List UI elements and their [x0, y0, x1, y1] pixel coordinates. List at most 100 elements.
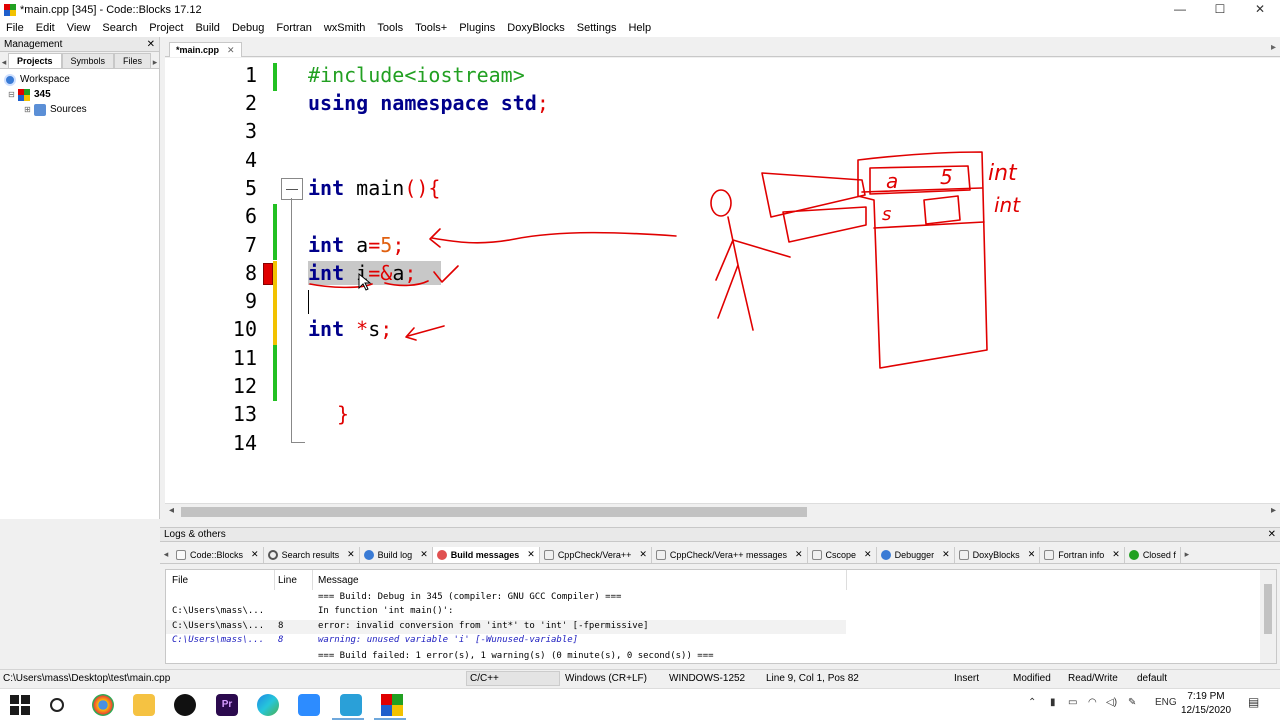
- tree-item-project[interactable]: ⊟ 345: [4, 87, 159, 102]
- battery-icon[interactable]: ▭: [1068, 697, 1077, 708]
- tab-close-icon[interactable]: ✕: [227, 45, 235, 56]
- tab-main-cpp[interactable]: *main.cpp ✕: [169, 42, 242, 57]
- menu-tools-plus[interactable]: Tools+: [409, 22, 453, 34]
- menu-debug[interactable]: Debug: [226, 22, 270, 34]
- menu-search[interactable]: Search: [96, 22, 143, 34]
- tab-scroll-left-icon[interactable]: ◂: [160, 549, 172, 560]
- menu-edit[interactable]: Edit: [30, 22, 61, 34]
- tab-projects[interactable]: Projects: [7, 53, 62, 68]
- tab-close-icon[interactable]: ✕: [420, 549, 428, 560]
- tab-closed-files[interactable]: Closed f: [1125, 546, 1181, 563]
- tab-search-results[interactable]: Search results ✕: [264, 546, 360, 563]
- column-header-file[interactable]: File: [172, 575, 188, 586]
- tab-close-icon[interactable]: ✕: [1028, 549, 1036, 560]
- table-row[interactable]: === Build: Debug in 345 (compiler: GNU G…: [166, 591, 846, 605]
- app-icon[interactable]: [174, 694, 196, 716]
- menu-project[interactable]: Project: [143, 22, 189, 34]
- notifications-icon[interactable]: ▤: [1248, 695, 1259, 709]
- tab-close-icon[interactable]: ✕: [639, 549, 647, 560]
- menu-build[interactable]: Build: [189, 22, 225, 34]
- tab-close-icon[interactable]: ✕: [795, 549, 803, 560]
- logs-vertical-scrollbar[interactable]: [1260, 570, 1276, 663]
- column-header-message[interactable]: Message: [318, 575, 359, 586]
- scroll-left-icon[interactable]: ◂: [169, 505, 174, 516]
- telegram-icon[interactable]: [340, 694, 362, 716]
- close-button[interactable]: ✕: [1240, 0, 1280, 19]
- scroll-thumb[interactable]: [1264, 584, 1272, 634]
- menu-wxsmith[interactable]: wxSmith: [318, 22, 372, 34]
- column-separator[interactable]: [274, 570, 275, 590]
- volume-icon[interactable]: ◁): [1106, 697, 1117, 708]
- table-row[interactable]: C:\Users\mass\... 8 error: invalid convers…: [166, 620, 846, 634]
- tab-scroll-right-icon[interactable]: ▸: [1271, 42, 1276, 53]
- build-messages-list[interactable]: File Line Message === Build: Debug in 34…: [165, 569, 1277, 664]
- tab-close-icon[interactable]: ✕: [527, 549, 535, 560]
- zoom-icon[interactable]: [298, 694, 320, 716]
- table-row[interactable]: C:\Users\mass\... In function 'int main()…: [166, 605, 846, 619]
- expand-icon[interactable]: ⊞: [24, 105, 34, 114]
- usb-icon[interactable]: ▮: [1050, 697, 1056, 708]
- premiere-icon[interactable]: Pr: [216, 694, 238, 716]
- tab-doxyblocks[interactable]: DoxyBlocks ✕: [955, 546, 1041, 563]
- logs-close-icon[interactable]: ✕: [1268, 529, 1276, 540]
- minimize-button[interactable]: —: [1160, 0, 1200, 19]
- logs-panel-title: Logs & others: [164, 529, 226, 540]
- column-separator[interactable]: [312, 570, 313, 590]
- menu-help[interactable]: Help: [622, 22, 657, 34]
- change-marker-saved: [273, 63, 277, 91]
- tab-scroll-right-icon[interactable]: ▸: [1181, 549, 1193, 560]
- tab-cppcheck-messages[interactable]: CppCheck/Vera++ messages ✕: [652, 546, 808, 563]
- management-close-icon[interactable]: ✕: [147, 39, 155, 50]
- file-explorer-icon[interactable]: [133, 694, 155, 716]
- tab-codeblocks-log[interactable]: Code::Blocks ✕: [172, 546, 264, 563]
- menu-doxyblocks[interactable]: DoxyBlocks: [501, 22, 570, 34]
- menu-tools[interactable]: Tools: [371, 22, 409, 34]
- table-row[interactable]: C:\Users\mass\... 8 warning: unused variab…: [166, 634, 846, 648]
- tree-item-sources[interactable]: ⊞ Sources: [4, 102, 159, 117]
- tree-item-workspace[interactable]: Workspace: [4, 72, 159, 87]
- tab-close-icon[interactable]: ✕: [864, 549, 872, 560]
- scroll-thumb[interactable]: [181, 507, 807, 517]
- menu-settings[interactable]: Settings: [571, 22, 623, 34]
- table-row[interactable]: === Build failed: 1 error(s), 1 warning(…: [166, 650, 846, 664]
- chrome-icon[interactable]: [92, 694, 114, 716]
- scroll-right-icon[interactable]: ▸: [1271, 505, 1276, 516]
- tab-scroll-left-icon[interactable]: ◂: [0, 57, 8, 68]
- tab-build-messages[interactable]: Build messages ✕: [432, 546, 540, 563]
- maximize-button[interactable]: ☐: [1200, 0, 1240, 19]
- clock[interactable]: 7:19 PM 12/15/2020: [1176, 690, 1236, 718]
- tab-symbols[interactable]: Symbols: [61, 53, 115, 68]
- editor-horizontal-scrollbar[interactable]: ◂ ▸: [165, 503, 1280, 519]
- pen-icon[interactable]: ✎: [1128, 697, 1136, 708]
- tab-close-icon[interactable]: ✕: [251, 549, 259, 560]
- tab-close-icon[interactable]: ✕: [347, 549, 355, 560]
- codeblocks-taskbar-icon[interactable]: [381, 694, 403, 716]
- menu-plugins[interactable]: Plugins: [453, 22, 501, 34]
- tab-build-log[interactable]: Build log ✕: [360, 546, 433, 563]
- fold-toggle-icon[interactable]: [281, 178, 303, 200]
- tab-files[interactable]: Files: [114, 53, 152, 68]
- line-number: 6: [244, 204, 257, 228]
- tab-cppcheck[interactable]: CppCheck/Vera++ ✕: [540, 546, 652, 563]
- menu-view[interactable]: View: [61, 22, 97, 34]
- column-header-line[interactable]: Line: [278, 575, 297, 586]
- tab-close-icon[interactable]: ✕: [942, 549, 950, 560]
- tab-scroll-right-icon[interactable]: ▸: [151, 57, 159, 68]
- language-indicator[interactable]: ENG: [1155, 697, 1177, 708]
- network-icon[interactable]: ◠: [1088, 697, 1097, 708]
- search-icon[interactable]: [50, 698, 64, 712]
- edge-icon[interactable]: [257, 694, 279, 716]
- tab-fortran-info[interactable]: Fortran info ✕: [1040, 546, 1125, 563]
- tab-close-icon[interactable]: ✕: [1112, 549, 1120, 560]
- tab-debugger[interactable]: Debugger ✕: [877, 546, 955, 563]
- cell-message: === Build failed: 1 error(s), 1 warning(…: [318, 651, 714, 661]
- code-editor[interactable]: 1 2 3 4 5 6 7 8 9 10 11 12 13 14 #includ…: [165, 58, 1280, 503]
- menu-file[interactable]: File: [0, 22, 30, 34]
- collapse-icon[interactable]: ⊟: [8, 90, 18, 99]
- tab-cscope[interactable]: Cscope ✕: [808, 546, 877, 563]
- tray-chevron-icon[interactable]: ⌃: [1028, 697, 1036, 708]
- breakpoint-marker[interactable]: [263, 263, 273, 285]
- start-icon[interactable]: [10, 695, 30, 715]
- menu-fortran[interactable]: Fortran: [270, 22, 317, 34]
- column-separator[interactable]: [846, 570, 847, 590]
